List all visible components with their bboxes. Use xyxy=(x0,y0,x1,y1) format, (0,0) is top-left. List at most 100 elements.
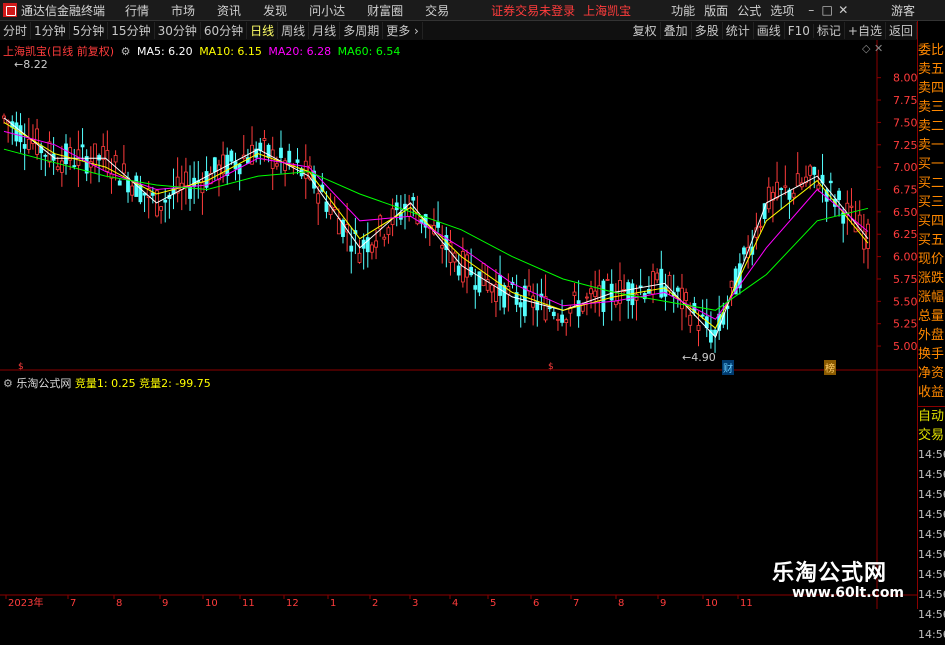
candle-body xyxy=(779,188,784,191)
action-biaoji[interactable]: 标记 xyxy=(814,22,845,39)
candle-body xyxy=(866,223,870,249)
tick-time: 14:56 xyxy=(918,628,945,641)
low-price-value: 4.90 xyxy=(691,351,716,364)
action-duogu[interactable]: 多股 xyxy=(692,22,723,39)
candle-body xyxy=(547,307,552,310)
marker-cai[interactable]: 财 xyxy=(722,360,734,375)
menu-xuanxiang[interactable]: 选项 xyxy=(770,2,794,19)
period-multi[interactable]: 多周期 xyxy=(340,22,384,39)
period-more[interactable]: 更多 › xyxy=(383,22,423,39)
candle-body xyxy=(758,225,763,228)
x-tick-label: 6 xyxy=(533,598,539,609)
x-tick-label: 11 xyxy=(242,598,255,609)
y-tick-label: 6.50 xyxy=(893,206,917,219)
menu-faxian[interactable]: 发现 xyxy=(263,2,287,19)
period-weekly[interactable]: 周线 xyxy=(278,22,310,39)
auto-trade-label[interactable]: 自动 xyxy=(918,407,945,426)
candle-body xyxy=(531,295,536,308)
menu-jiaoyi[interactable]: 交易 xyxy=(425,2,449,19)
menu-gongneng[interactable]: 功能 xyxy=(671,2,695,19)
period-1min[interactable]: 1分钟 xyxy=(31,22,70,39)
chevron-right-icon: › xyxy=(410,24,419,38)
x-tick-label: 5 xyxy=(490,598,496,609)
guest-label[interactable]: 游客 xyxy=(891,2,915,19)
quote-field-label: 收益 xyxy=(918,385,945,400)
menu-shichang[interactable]: 市场 xyxy=(171,2,195,19)
panel-header xyxy=(918,21,945,41)
y-tick-label: 5.75 xyxy=(893,273,917,286)
action-f10[interactable]: F10 xyxy=(785,23,814,38)
trade-label[interactable]: 交易 xyxy=(918,426,945,445)
marker-bang[interactable]: 榜 xyxy=(824,360,836,375)
action-back[interactable]: 返回 xyxy=(886,22,917,39)
candle-body xyxy=(849,205,854,208)
candle-body xyxy=(655,272,660,281)
tick-time: 14:56 xyxy=(918,448,945,461)
quote-field-label: 买五 xyxy=(918,233,945,248)
candle-body xyxy=(93,143,97,166)
period-5min[interactable]: 5分钟 xyxy=(70,22,109,39)
panel-close-icon[interactable]: ✕ xyxy=(874,42,883,55)
period-monthly[interactable]: 月线 xyxy=(309,22,341,39)
menu-zixun[interactable]: 资讯 xyxy=(217,2,241,19)
candle-body xyxy=(564,319,569,324)
candle-body xyxy=(357,252,362,263)
close-icon[interactable]: ✕ xyxy=(835,2,851,18)
candle-body xyxy=(684,292,689,301)
action-tongji[interactable]: 统计 xyxy=(723,22,754,39)
tick-time: 14:56 xyxy=(918,488,945,501)
action-add-favorite[interactable]: +自选 xyxy=(845,22,886,39)
x-tick-label: 10 xyxy=(705,598,718,609)
action-diejia[interactable]: 叠加 xyxy=(661,22,692,39)
menu-wenxiaoda[interactable]: 问小达 xyxy=(309,2,345,19)
tick-time: 14:56 xyxy=(918,508,945,521)
action-fuquan[interactable]: 复权 xyxy=(630,22,661,39)
kline-chart[interactable]: 8.00 7.75 7.50 7.25 7.00 6.75 6.50 6.25 6.00 5.75… xyxy=(0,40,917,609)
dividend-marker-icon[interactable]: $ xyxy=(18,362,24,372)
candle-body xyxy=(560,314,564,323)
current-stock-name: 上海凯宝 xyxy=(583,3,632,18)
period-60min[interactable]: 60分钟 xyxy=(201,22,248,39)
candle-body xyxy=(436,221,440,228)
tick-time: 14:56 xyxy=(918,588,945,601)
menu-hangqing[interactable]: 行情 xyxy=(125,2,149,19)
action-huaxian[interactable]: 画线 xyxy=(754,22,785,39)
ma5-value: MA5: 6.20 xyxy=(136,45,193,58)
candle-body xyxy=(382,236,387,240)
x-tick-label: 8 xyxy=(116,598,122,609)
candle-body xyxy=(593,290,598,298)
period-30min[interactable]: 30分钟 xyxy=(155,22,201,39)
y-tick-label: 6.00 xyxy=(893,251,917,264)
tick-time: 14:56 xyxy=(918,568,945,581)
candle-body xyxy=(556,318,560,321)
y-tick-label: 7.75 xyxy=(893,94,917,107)
candle-body xyxy=(217,164,221,181)
period-daily[interactable]: 日线 xyxy=(247,22,279,39)
quote-field-label: 委比 xyxy=(918,43,945,58)
sub-title: 乐淘公式网 xyxy=(16,377,72,390)
candle-body xyxy=(680,287,684,310)
y-tick-label: 7.25 xyxy=(893,139,917,152)
menu-gongshi[interactable]: 公式 xyxy=(737,2,761,19)
quote-field-label: 卖三 xyxy=(918,100,945,115)
candle-body xyxy=(43,154,48,157)
minimize-icon[interactable]: – xyxy=(803,2,819,18)
watermark-url: www.60lt.com xyxy=(792,585,905,601)
candle-body xyxy=(675,287,680,292)
low-arrow-icon: ← xyxy=(682,351,692,364)
period-15min[interactable]: 15分钟 xyxy=(108,22,155,39)
candle-body xyxy=(374,240,378,248)
settings-gear-icon[interactable]: ⚙ xyxy=(121,45,131,58)
candle-body xyxy=(349,245,354,252)
menu-caifuquan[interactable]: 财富圈 xyxy=(367,2,403,19)
dividend-marker-icon[interactable]: $ xyxy=(548,362,554,372)
tick-time: 14:56 xyxy=(918,548,945,561)
quote-field-label: 现价 xyxy=(918,252,945,267)
maximize-icon[interactable]: □ xyxy=(819,2,835,18)
menu-banmian[interactable]: 版面 xyxy=(704,2,728,19)
y-tick-label: 6.75 xyxy=(893,184,917,197)
sub-gear-icon[interactable]: ⚙ xyxy=(3,377,13,390)
quote-field-label: 卖五 xyxy=(918,62,945,77)
panel-config-icon[interactable]: ◇ xyxy=(862,42,870,55)
period-fenshi[interactable]: 分时 xyxy=(0,22,32,39)
